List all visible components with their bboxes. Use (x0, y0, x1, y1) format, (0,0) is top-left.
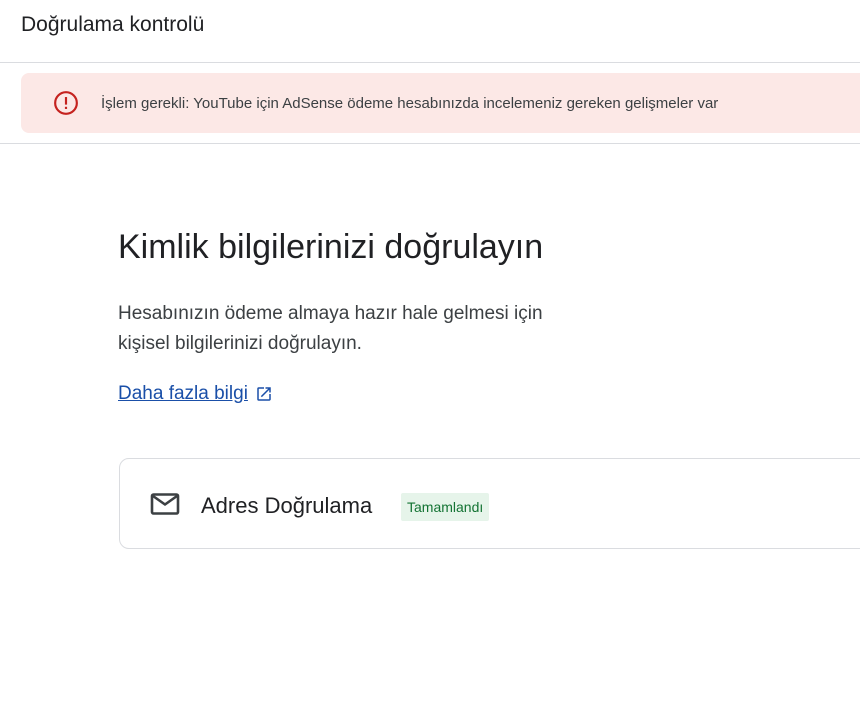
alert-band: İşlem gerekli: YouTube için AdSense ödem… (0, 63, 860, 144)
address-verification-card[interactable]: Adres Doğrulama Tamamlandı (119, 458, 860, 549)
learn-more-link[interactable]: Daha fazla bilgi (118, 381, 273, 407)
section-description: Hesabınızın ödeme almaya hazır hale gelm… (118, 299, 598, 359)
page-title: Doğrulama kontrolü (21, 13, 205, 36)
section-heading: Kimlik bilgilerinizi doğrulayın (118, 228, 544, 266)
description-line-2: kişisel bilgilerinizi doğrulayın. (118, 333, 362, 354)
error-icon (54, 91, 78, 115)
top-bar: Doğrulama kontrolü (0, 0, 860, 63)
status-badge: Tamamlandı (401, 493, 490, 521)
learn-more-label: Daha fazla bilgi (118, 383, 248, 404)
action-required-alert[interactable]: İşlem gerekli: YouTube için AdSense ödem… (21, 73, 860, 133)
step-title: Adres Doğrulama (201, 493, 373, 518)
open-in-new-icon (257, 387, 271, 401)
alert-message: İşlem gerekli: YouTube için AdSense ödem… (101, 95, 719, 112)
verification-page: Doğrulama kontrolü İşlem gerekli: YouTub… (0, 0, 860, 721)
mail-icon (150, 493, 180, 515)
description-line-1: Hesabınızın ödeme almaya hazır hale gelm… (118, 303, 543, 324)
